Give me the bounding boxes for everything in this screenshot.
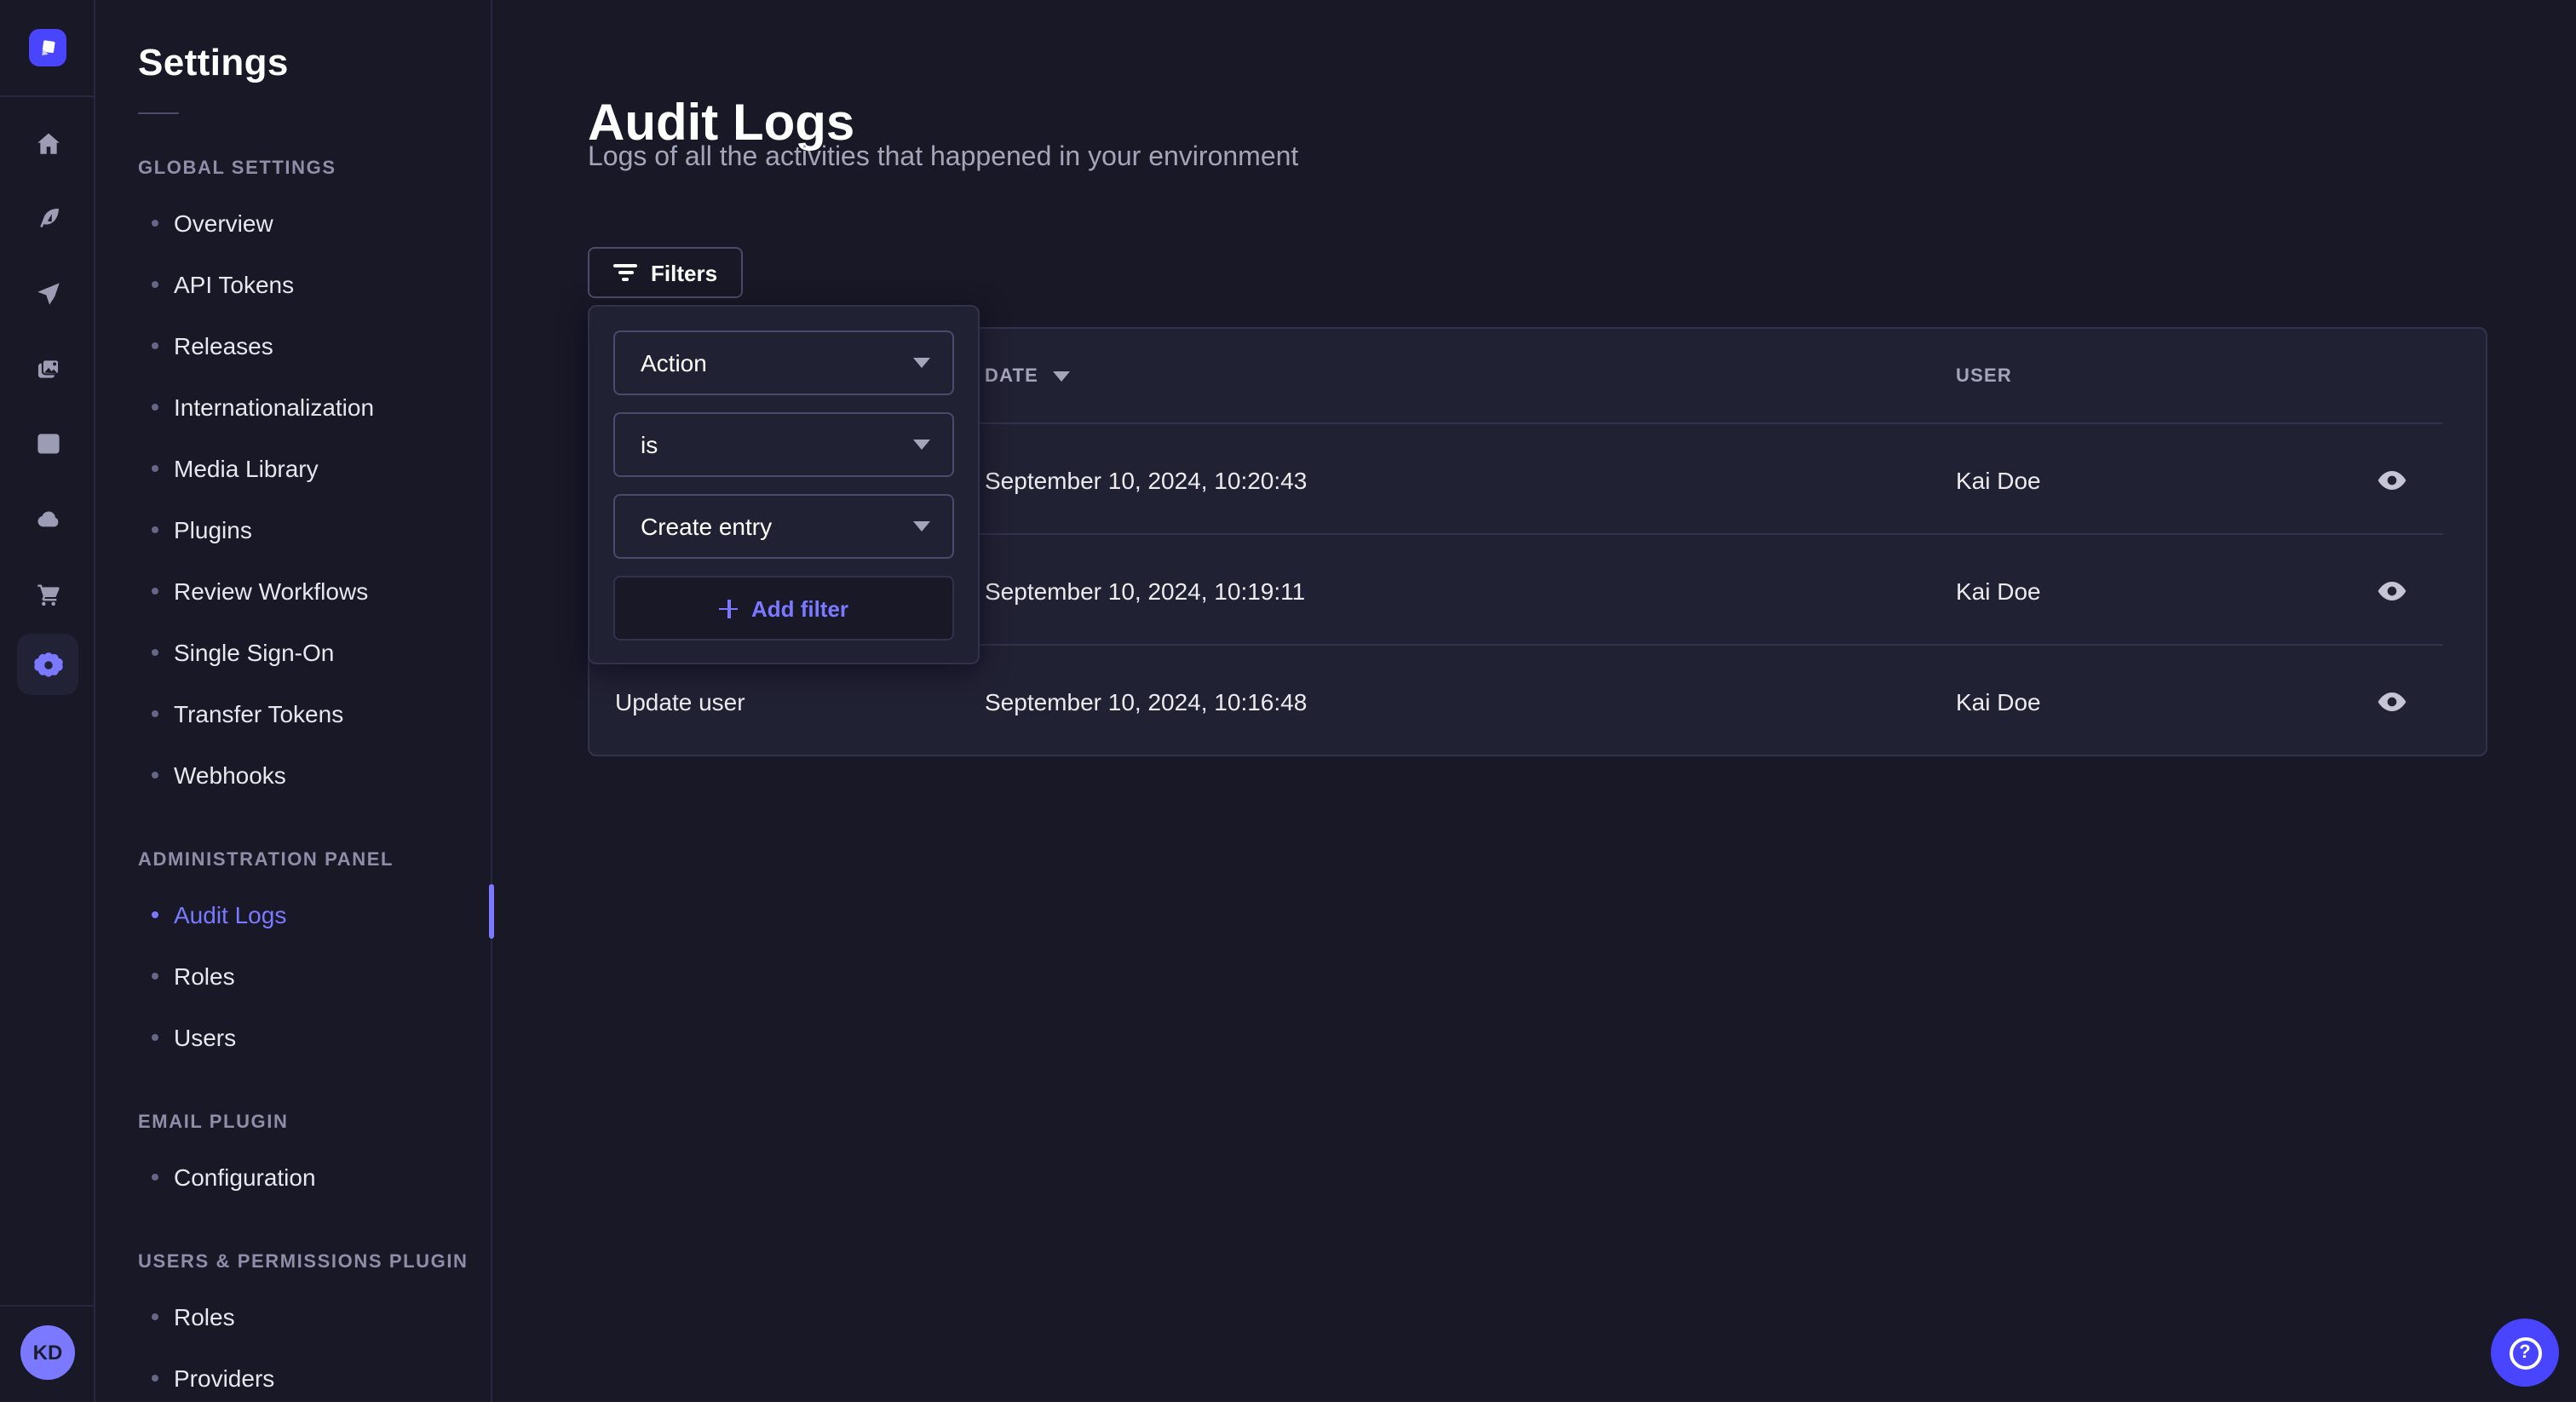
bullet-icon (152, 1375, 158, 1382)
filter-field-select[interactable]: Action (613, 330, 954, 395)
sort-desc-icon (1052, 371, 1069, 382)
sidebar-item-roles[interactable]: Roles (138, 945, 491, 1007)
sidebar-item-audit-logs[interactable]: Audit Logs (138, 884, 491, 945)
bullet-icon (152, 465, 158, 472)
cell-user: Kai Doe (1956, 687, 2365, 715)
bullet-icon (152, 911, 158, 918)
filter-value-select[interactable]: Create entry (613, 494, 954, 559)
filter-operator-value: is (641, 431, 658, 458)
th-date-label: DATE (985, 366, 1038, 387)
sidebar-item-users[interactable]: Users (138, 1007, 491, 1068)
sidebar-item-plugins[interactable]: Plugins (138, 499, 491, 560)
bullet-icon (152, 342, 158, 349)
settings-title: Settings (138, 41, 491, 85)
layout-icon[interactable] (17, 412, 78, 474)
bullet-icon (152, 404, 158, 411)
filter-icon (613, 264, 637, 282)
th-user-label: USER (1956, 366, 2012, 387)
add-filter-button[interactable]: Add filter (613, 576, 954, 641)
sidebar-item-providers[interactable]: Providers (138, 1347, 491, 1402)
filter-value-value: Create entry (641, 513, 772, 540)
help-button[interactable]: ? (2491, 1319, 2559, 1387)
filter-operator-select[interactable]: is (613, 412, 954, 477)
eye-icon (2375, 684, 2409, 718)
question-mark-icon: ? (2509, 1336, 2541, 1369)
sidebar-item-single-sign-on[interactable]: Single Sign-On (138, 622, 491, 683)
bullet-icon (152, 649, 158, 656)
chevron-down-icon (913, 440, 930, 450)
cell-user: Kai Doe (1956, 466, 2365, 493)
sidebar-item-webhooks[interactable]: Webhooks (138, 744, 491, 806)
strapi-logo[interactable] (29, 29, 66, 66)
bullet-icon (152, 710, 158, 717)
cloud-icon[interactable] (17, 487, 78, 549)
cell-date: September 10, 2024, 10:16:48 (985, 687, 1956, 715)
view-details-button[interactable] (2368, 456, 2416, 503)
filter-popover: Action is Create entry Add filter (588, 305, 980, 664)
sidebar-item-up-roles[interactable]: Roles (138, 1286, 491, 1347)
sidebar-section-administration-panel: ADMINISTRATION PANEL (138, 850, 491, 871)
page-subtitle: Logs of all the activities that happened… (588, 143, 1298, 174)
sidebar-item-internationalization[interactable]: Internationalization (138, 376, 491, 438)
chevron-down-icon (913, 358, 930, 368)
chevron-down-icon (913, 521, 930, 531)
sidebar-item-api-tokens[interactable]: API Tokens (138, 254, 491, 315)
bullet-icon (152, 1034, 158, 1041)
sidebar-item-media-library[interactable]: Media Library (138, 438, 491, 499)
plus-icon (719, 599, 738, 618)
sidebar-item-transfer-tokens[interactable]: Transfer Tokens (138, 683, 491, 744)
bullet-icon (152, 588, 158, 595)
bullet-icon (152, 1174, 158, 1181)
sidebar-item-configuration[interactable]: Configuration (138, 1146, 491, 1208)
eye-icon (2375, 463, 2409, 497)
cell-date: September 10, 2024, 10:20:43 (985, 466, 1956, 493)
active-item-indicator (489, 884, 494, 939)
user-avatar[interactable]: KD (20, 1325, 75, 1380)
cell-action: Update user (589, 687, 985, 715)
bullet-icon (152, 281, 158, 288)
cart-icon[interactable] (17, 562, 78, 623)
filters-button-label: Filters (651, 260, 717, 285)
avatar-initials: KD (33, 1341, 63, 1365)
rail-divider (0, 95, 95, 97)
cell-date: September 10, 2024, 10:19:11 (985, 577, 1956, 604)
cell-user: Kai Doe (1956, 577, 2365, 604)
strapi-logo-icon (36, 36, 60, 60)
th-date[interactable]: DATE (985, 366, 1956, 387)
sidebar-item-review-workflows[interactable]: Review Workflows (138, 560, 491, 622)
sidebar-section-users-permissions-plugin: USERS & PERMISSIONS PLUGIN (138, 1252, 491, 1273)
settings-gear-icon[interactable] (17, 634, 78, 695)
bullet-icon (152, 220, 158, 227)
add-filter-label: Add filter (751, 595, 848, 621)
filter-field-value: Action (641, 349, 707, 376)
bullet-icon (152, 973, 158, 980)
sidebar-section-global-settings: GLOBAL SETTINGS (138, 158, 491, 179)
th-user: USER (1956, 366, 2365, 387)
view-details-button[interactable] (2368, 566, 2416, 614)
bullet-icon (152, 772, 158, 779)
feather-icon[interactable] (17, 187, 78, 249)
bullet-icon (152, 1313, 158, 1320)
settings-title-divider (138, 112, 179, 114)
settings-sidebar: Settings GLOBAL SETTINGS Overview API To… (95, 0, 492, 1402)
media-library-icon[interactable] (17, 337, 78, 399)
bullet-icon (152, 526, 158, 533)
rail-divider (0, 1305, 95, 1307)
view-details-button[interactable] (2368, 677, 2416, 725)
paper-plane-icon[interactable] (17, 262, 78, 324)
main-nav-rail: KD (0, 0, 95, 1402)
eye-icon (2375, 573, 2409, 607)
home-icon[interactable] (17, 112, 78, 174)
filters-button[interactable]: Filters (588, 247, 743, 298)
sidebar-section-email-plugin: EMAIL PLUGIN (138, 1112, 491, 1133)
app-window: KD Settings GLOBAL SETTINGS Overview API… (0, 0, 2576, 1402)
sidebar-item-releases[interactable]: Releases (138, 315, 491, 376)
sidebar-item-overview[interactable]: Overview (138, 192, 491, 254)
